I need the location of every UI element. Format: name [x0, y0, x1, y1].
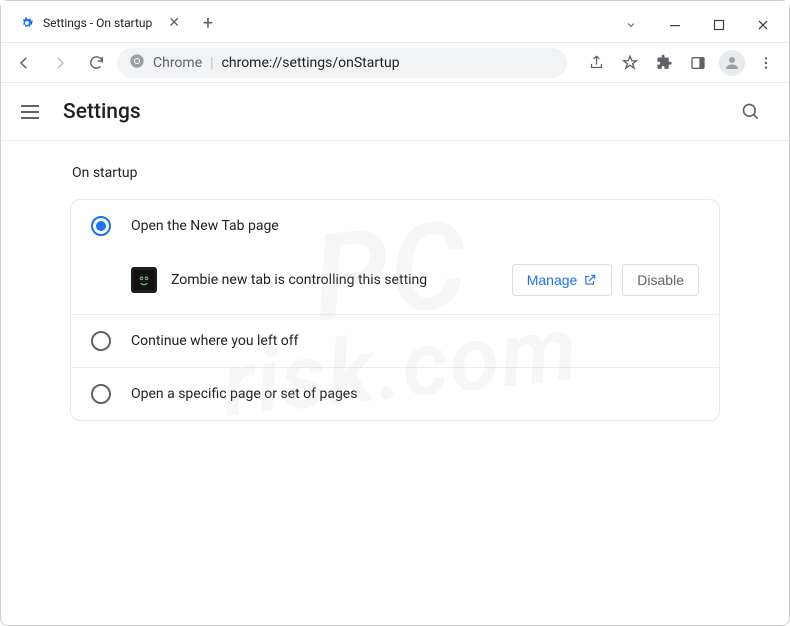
search-settings-icon[interactable]	[733, 94, 769, 130]
sidepanel-icon[interactable]	[683, 48, 713, 78]
url-prefix: Chrome	[153, 55, 202, 71]
option-new-tab[interactable]: Open the New Tab page	[71, 200, 719, 252]
close-tab-icon[interactable]: ✕	[168, 15, 180, 31]
section-label: On startup	[70, 165, 720, 181]
extension-notice: Zombie new tab is controlling this setti…	[71, 252, 719, 315]
close-window-button[interactable]	[741, 9, 785, 41]
extensions-puzzle-icon[interactable]	[649, 48, 679, 78]
profile-avatar[interactable]	[717, 48, 747, 78]
option-continue[interactable]: Continue where you left off	[71, 315, 719, 367]
startup-options-card: Open the New Tab page Zombie new tab is …	[70, 199, 720, 421]
back-button[interactable]	[9, 48, 39, 78]
tab-title: Settings - On startup	[43, 16, 152, 30]
address-bar[interactable]: Chrome | chrome://settings/onStartup	[117, 48, 567, 78]
browser-toolbar: Chrome | chrome://settings/onStartup	[1, 43, 789, 83]
hamburger-menu-icon[interactable]	[21, 105, 45, 119]
option-specific-pages[interactable]: Open a specific page or set of pages	[71, 368, 719, 420]
open-external-icon	[583, 273, 597, 287]
radio-selected[interactable]	[91, 216, 111, 236]
page-title: Settings	[63, 100, 141, 124]
manage-button[interactable]: Manage	[512, 264, 613, 296]
extension-message: Zombie new tab is controlling this setti…	[171, 272, 427, 288]
reload-button[interactable]	[81, 48, 111, 78]
extension-icon	[131, 267, 157, 293]
toolbar-right	[581, 48, 781, 78]
settings-header: Settings	[1, 83, 789, 141]
radio-unselected[interactable]	[91, 384, 111, 404]
forward-button[interactable]	[45, 48, 75, 78]
kebab-menu-icon[interactable]	[751, 48, 781, 78]
titlebar: Settings - On startup ✕ +	[1, 1, 789, 43]
chevron-down-icon[interactable]	[609, 9, 653, 41]
radio-unselected[interactable]	[91, 331, 111, 351]
minimize-button[interactable]	[653, 9, 697, 41]
url-path: chrome://settings/onStartup	[222, 55, 400, 71]
chrome-logo-icon	[129, 53, 145, 73]
bookmark-star-icon[interactable]	[615, 48, 645, 78]
new-tab-button[interactable]: +	[194, 9, 222, 37]
window-controls	[609, 7, 789, 42]
option-label: Open a specific page or set of pages	[131, 386, 357, 402]
extension-actions: Manage Disable	[512, 264, 699, 296]
option-label: Continue where you left off	[131, 333, 299, 349]
option-label: Open the New Tab page	[131, 218, 279, 234]
settings-gear-icon	[19, 15, 35, 31]
disable-button[interactable]: Disable	[622, 264, 699, 296]
settings-main: On startup Open the New Tab page Zombie …	[1, 141, 789, 421]
share-icon[interactable]	[581, 48, 611, 78]
browser-tab[interactable]: Settings - On startup ✕	[9, 7, 190, 39]
maximize-button[interactable]	[697, 9, 741, 41]
